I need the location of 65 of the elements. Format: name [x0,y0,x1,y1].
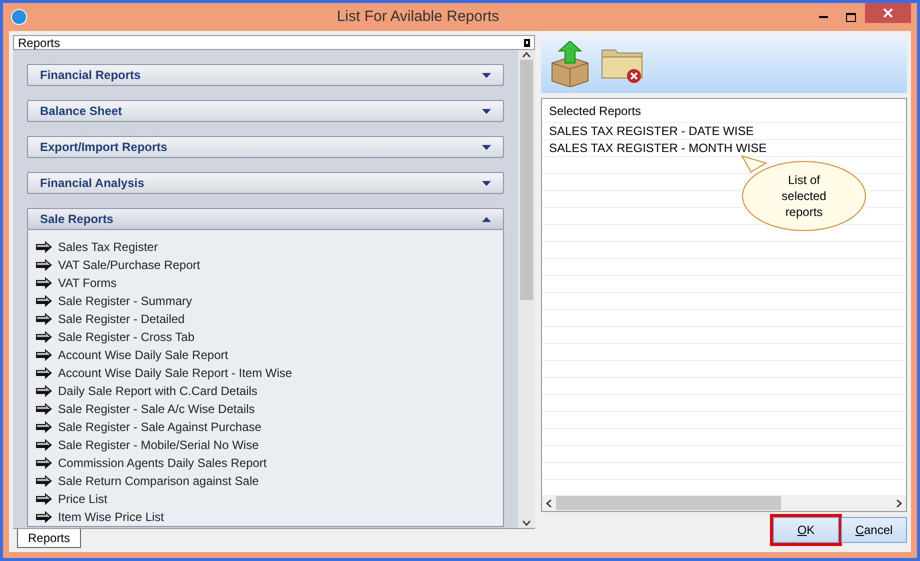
expand-caret-icon [482,180,491,186]
group-header[interactable]: Balance Sheet [27,100,504,122]
scroll-left-icon[interactable] [546,498,552,508]
group-header[interactable]: Financial Reports [27,64,504,86]
arrow-icon [36,475,52,487]
collapse-caret-icon [482,216,491,222]
arrow-icon [36,277,52,289]
arrow-icon [36,241,52,253]
scrollbar-thumb[interactable] [520,60,533,300]
report-item[interactable]: Daily Sale Report with C.Card Details [36,382,495,400]
close-button[interactable] [865,3,911,23]
report-item[interactable]: Price List [36,490,495,508]
report-item[interactable]: VAT Forms [36,274,495,292]
report-item[interactable]: Sale Register - Detailed [36,310,495,328]
arrow-icon [36,331,52,343]
arrow-icon [36,313,52,325]
report-item[interactable]: Sales Tax Register [36,238,495,256]
bottom-tab[interactable]: Reports [17,529,82,548]
selected-report-row[interactable]: SALES TAX REGISTER - DATE WISE [542,123,906,140]
arrow-icon [36,385,52,397]
group-header[interactable]: Sale Reports [27,208,504,230]
dialog-button[interactable]: OK [773,517,839,543]
report-item[interactable]: VAT Sale/Purchase Report [36,256,495,274]
scrollbar-thumb[interactable] [556,496,781,510]
report-item[interactable]: Sale Return Comparison against Sale [36,472,495,490]
report-item[interactable]: Account Wise Daily Sale Report - Item Wise [36,364,495,382]
arrow-icon [36,421,52,433]
expand-caret-icon [482,144,491,150]
app-logo-icon [11,9,27,25]
callout-pointer [741,155,767,173]
group-header[interactable]: Export/Import Reports [27,136,504,158]
arrow-icon [36,259,52,271]
dialog-button[interactable]: Cancel [841,517,907,543]
report-item[interactable]: Sale Register - Sale A/c Wise Details [36,400,495,418]
box-upload-icon[interactable] [549,41,591,87]
group-header[interactable]: Financial Analysis [27,172,504,194]
arrow-icon [36,457,52,469]
arrow-icon [36,511,52,523]
report-item[interactable]: Account Wise Daily Sale Report [36,346,495,364]
scroll-up-icon[interactable] [522,52,531,58]
vertical-scrollbar[interactable] [518,50,535,528]
arrow-icon [36,403,52,415]
report-item[interactable]: Sale Register - Sale Against Purchase [36,418,495,436]
arrow-icon [36,367,52,379]
window-title: List For Avilable Reports [336,6,500,27]
selected-report-row[interactable]: SALES TAX REGISTER - MONTH WISE [542,140,906,157]
report-item[interactable]: Sale Register - Cross Tab [36,328,495,346]
list-header: Selected Reports [542,99,906,123]
report-item[interactable]: Sale Register - Mobile/Serial No Wise [36,436,495,454]
horizontal-scrollbar[interactable] [542,495,906,511]
close-icon [883,8,893,18]
expand-caret-icon [482,72,491,78]
arrow-icon [36,349,52,361]
arrow-icon [36,493,52,505]
arrow-icon [36,295,52,307]
scroll-down-icon[interactable] [522,520,531,526]
callout-bubble: List of selected reports [742,161,866,231]
report-item[interactable]: Item Wise Price List [36,508,495,526]
pin-icon[interactable] [524,38,530,46]
expand-caret-icon [482,108,491,114]
arrow-icon [36,439,52,451]
panel-title: Reports [18,36,60,48]
report-item[interactable]: Sale Register - Summary [36,292,495,310]
scroll-right-icon[interactable] [896,498,902,508]
report-item[interactable]: Commission Agents Daily Sales Report [36,454,495,472]
